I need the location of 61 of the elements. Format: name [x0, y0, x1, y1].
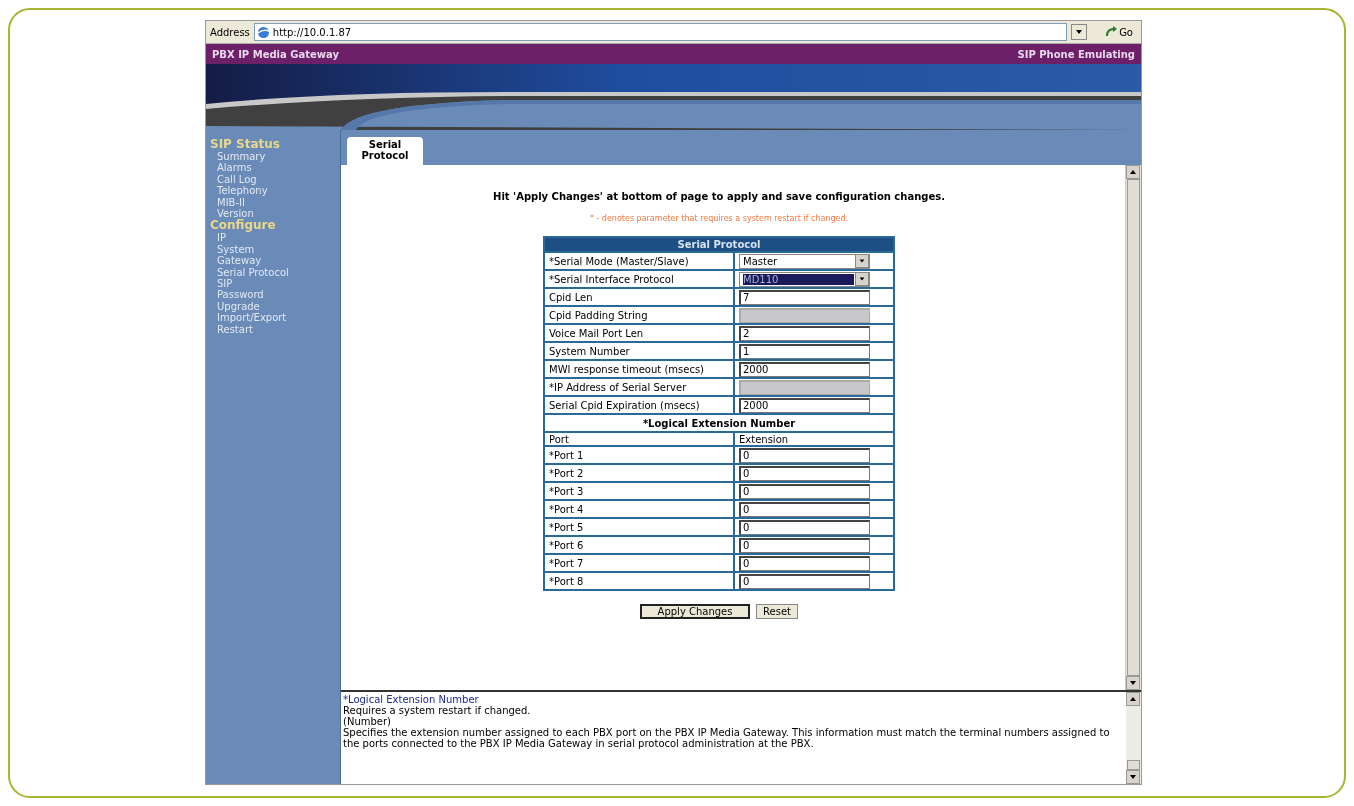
- dropdown-field[interactable]: MD110: [739, 271, 870, 287]
- input-field[interactable]: 0: [739, 483, 870, 499]
- port-label: *Port 8: [544, 572, 734, 590]
- page-icon: [256, 25, 270, 39]
- input-field[interactable]: 0: [739, 555, 870, 571]
- field-label: Cpid Len: [544, 288, 734, 306]
- field-label: *IP Address of Serial Server: [544, 378, 734, 396]
- help-title: *Logical Extension Number: [343, 694, 479, 705]
- instruction-text: Hit 'Apply Changes' at bottom of page to apply and save configuration changes.: [493, 191, 945, 202]
- scrollbar[interactable]: [1125, 165, 1141, 690]
- dropdown-field[interactable]: Master: [739, 253, 870, 269]
- caret-icon[interactable]: [858, 257, 866, 265]
- field-label: Cpid Padding String: [544, 306, 734, 324]
- input-field[interactable]: 0: [739, 573, 870, 589]
- table-title: Serial Protocol: [544, 237, 894, 252]
- go-arrow-icon: [1105, 26, 1118, 38]
- url-text: http://10.0.1.87: [272, 26, 353, 38]
- port-label: *Port 5: [544, 518, 734, 536]
- input-field[interactable]: 0: [739, 501, 870, 517]
- field-label: Serial Cpid Expiration (msecs): [544, 396, 734, 414]
- app-title: PBX IP Media Gateway: [212, 48, 339, 60]
- field-label: *Serial Interface Protocol: [544, 270, 734, 288]
- help-text: Specifies the extension number assigned to each PBX port on the PBX IP Media Gateway. This information must match the terminal numbers assigned to the ports connected to the PBX IP Media Gateway in serial protocol administration at the PBX.: [343, 727, 1111, 749]
- section-heading: Configure: [209, 219, 277, 233]
- address-field[interactable]: http://10.0.1.87: [253, 23, 1068, 41]
- field-label: MWI response timeout (msecs): [544, 360, 734, 378]
- scrollbar[interactable]: [1126, 692, 1141, 784]
- mode-label: SIP Phone Emulating: [1017, 48, 1135, 60]
- apply-button[interactable]: Apply Changes: [640, 604, 751, 619]
- field-label: Voice Mail Port Len: [544, 324, 734, 342]
- input-field[interactable]: 1: [739, 343, 870, 359]
- field-label: *Serial Mode (Master/Slave): [544, 252, 734, 270]
- port-label: *Port 6: [544, 536, 734, 554]
- reset-button[interactable]: Reset: [756, 604, 798, 619]
- field-label: System Number: [544, 342, 734, 360]
- restart-note: * - denotes parameter that requires a system restart if changed.: [589, 214, 849, 223]
- input-field[interactable]: 2000: [739, 361, 870, 377]
- input-field[interactable]: 2000: [739, 397, 870, 413]
- column-header: Port: [544, 432, 734, 446]
- section-heading: SIP Status: [209, 138, 281, 151]
- scroll-thumb[interactable]: [1127, 179, 1140, 676]
- column-header: Extension: [734, 432, 894, 446]
- go-button[interactable]: Go: [1101, 26, 1137, 38]
- port-label: *Port 7: [544, 554, 734, 572]
- port-label: *Port 4: [544, 500, 734, 518]
- help-text: (Number): [343, 716, 392, 727]
- input-field[interactable]: 0: [739, 519, 870, 535]
- tab[interactable]: Serial Protocol: [347, 137, 423, 165]
- port-label: *Port 3: [544, 482, 734, 500]
- input-field[interactable]: 7: [739, 289, 870, 305]
- help-text: Requires a system restart if changed.: [343, 705, 532, 716]
- port-label: *Port 2: [544, 464, 734, 482]
- input-field[interactable]: 0: [739, 447, 870, 463]
- caret-icon[interactable]: [858, 275, 866, 283]
- scroll-thumb[interactable]: [1127, 760, 1140, 770]
- address-label: Address: [210, 26, 250, 38]
- section-title: *Logical Extension Number: [544, 414, 894, 432]
- port-label: *Port 1: [544, 446, 734, 464]
- input-field[interactable]: 0: [739, 465, 870, 481]
- input-field[interactable]: 2: [739, 325, 870, 341]
- input-field[interactable]: 0: [739, 537, 870, 553]
